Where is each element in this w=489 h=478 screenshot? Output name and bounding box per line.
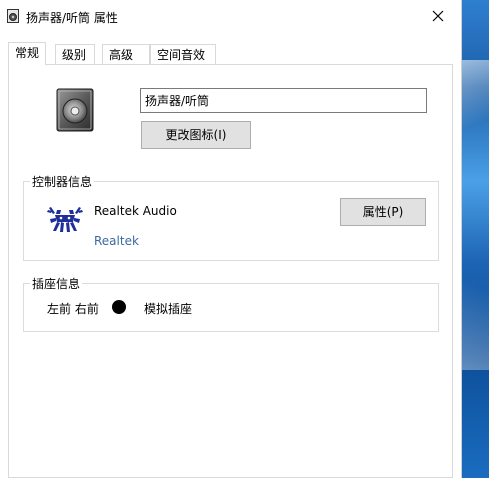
jack-info-label: 插座信息: [30, 275, 83, 292]
change-icon-button[interactable]: 更改图标(I): [141, 121, 251, 149]
controller-properties-button[interactable]: 属性(P): [340, 198, 426, 226]
speaker-icon: [7, 9, 19, 23]
jack-type: 模拟插座: [144, 302, 193, 316]
tab-general[interactable]: 常规: [8, 42, 46, 65]
tab-levels[interactable]: 级别: [55, 44, 95, 64]
controller-info-label: 控制器信息: [30, 173, 95, 190]
tab-spatial-sound[interactable]: 空间音效: [150, 44, 216, 64]
jack-color-dot: [112, 300, 126, 314]
close-button[interactable]: [415, 0, 461, 32]
title-bar: 扬声器/听筒 属性: [0, 0, 461, 32]
controller-vendor: Realtek: [94, 234, 139, 248]
jack-position: 左前 右前: [47, 302, 99, 316]
realtek-crab-icon: [47, 204, 83, 234]
device-name-input[interactable]: [140, 88, 427, 113]
desktop-background: [462, 0, 489, 478]
tab-advanced[interactable]: 高级: [102, 44, 150, 64]
close-icon: [432, 10, 444, 22]
properties-dialog: 扬声器/听筒 属性 常规 级别 高级 空间音效 扬声器/听筒 更改图标(I) 控…: [0, 0, 462, 478]
device-speaker-icon: [53, 87, 97, 133]
window-title: 扬声器/听筒 属性: [26, 11, 118, 25]
controller-name: Realtek Audio: [94, 204, 177, 218]
